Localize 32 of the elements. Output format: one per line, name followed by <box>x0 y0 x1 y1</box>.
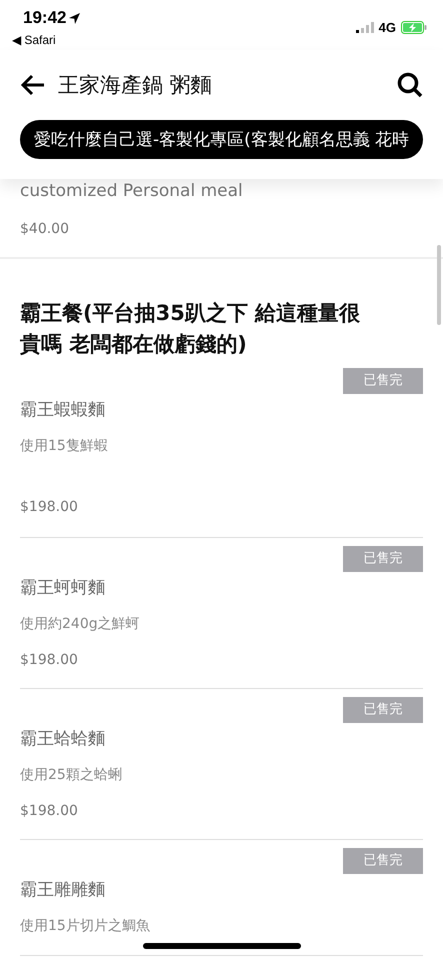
item-price: $40.00 <box>20 221 70 237</box>
item-name: 霸王蚵蚵麵 <box>20 577 106 599</box>
back-to-app-link[interactable]: ◀ Safari <box>12 33 56 47</box>
network-label: 4G <box>378 20 396 35</box>
item-description: 使用25顆之蛤蜊 <box>20 766 123 784</box>
search-icon[interactable] <box>397 72 423 98</box>
section-title: 霸王餐(平台抽35趴之下 給這種量很貴嗎 老闆都在做虧錢的) <box>20 300 362 358</box>
item-name: 霸王雕雕麵 <box>20 879 106 901</box>
item-description: 使用15隻鮮蝦 <box>20 437 109 455</box>
back-arrow-icon[interactable] <box>20 74 46 96</box>
item-description: customized Personal meal <box>20 181 244 201</box>
battery-charging-icon <box>401 21 427 34</box>
item-description: 使用15片切片之鯛魚 <box>20 917 151 935</box>
sold-out-badge: 已售完 <box>343 697 423 723</box>
status-time: 19:42 <box>23 8 66 28</box>
item-name: 霸王蛤蛤麵 <box>20 728 106 750</box>
scrollbar[interactable] <box>437 245 441 325</box>
item-description: 使用約240g之鮮蚵 <box>20 615 141 633</box>
item-price: $198.00 <box>20 652 79 668</box>
sold-out-badge: 已售完 <box>343 546 423 572</box>
menu-item[interactable]: 已售完 霸王蛤蛤麵 使用25顆之蛤蜊 $198.00 <box>20 697 423 840</box>
category-tab[interactable]: 愛吃什麼自己選-客製化專區(客製化顧名思義 花時 <box>20 120 424 159</box>
item-name: 霸王蝦蝦麵 <box>20 399 106 421</box>
sold-out-badge: 已售完 <box>343 368 423 394</box>
location-arrow-icon <box>69 12 80 24</box>
menu-item[interactable]: 已售完 霸王蚵蚵麵 使用約240g之鮮蚵 $198.00 <box>20 546 423 689</box>
menu-item[interactable]: 已售完 霸王蝦蝦麵 使用15隻鮮蝦 $198.00 <box>20 368 423 538</box>
sold-out-badge: 已售完 <box>343 848 423 874</box>
signal-icon <box>356 22 374 33</box>
item-price: $198.00 <box>20 499 79 515</box>
item-price: $198.00 <box>20 803 79 819</box>
restaurant-title: 王家海產鍋 粥麵 <box>58 72 213 99</box>
